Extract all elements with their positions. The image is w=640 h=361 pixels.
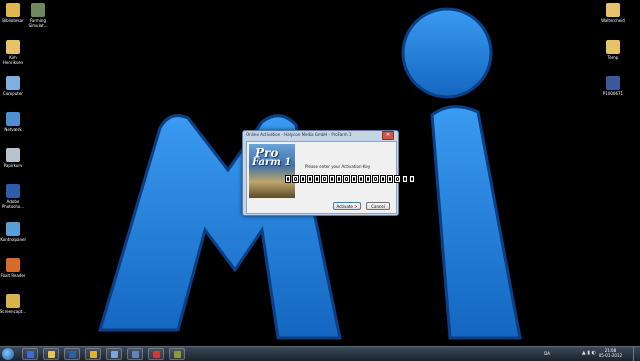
key-cell[interactable]	[306, 175, 314, 183]
desktop-icon-label: Farming Simulat...	[28, 18, 48, 28]
folder-icon	[606, 3, 620, 17]
key-cell[interactable]	[314, 175, 321, 183]
desktop-icon-label: Adobe Photosho...	[1, 199, 25, 209]
desktop-icon-label: P1000671	[602, 91, 624, 96]
taskbar-button[interactable]	[85, 348, 101, 360]
key-cell[interactable]	[285, 175, 292, 183]
key-cell[interactable]	[328, 175, 335, 183]
media-player-icon	[69, 351, 76, 358]
desktop-icon[interactable]: Waltercheid	[597, 3, 629, 23]
desktop-icon[interactable]: P1000671	[597, 76, 629, 96]
taskbar-button[interactable]	[22, 348, 38, 360]
desktop-icon-label: Netværk	[4, 127, 22, 132]
file-explorer-icon	[48, 351, 55, 358]
pdf-reader-icon	[6, 258, 20, 272]
key-cell[interactable]	[401, 175, 408, 183]
taskbar-button[interactable]	[148, 348, 164, 360]
desktop-icon-label: Papirkurv	[3, 163, 23, 168]
desktop-icon-label: Kontrolpanel	[0, 237, 26, 242]
desktop-icon[interactable]: Netværk	[0, 112, 29, 132]
library-icon	[6, 3, 20, 17]
taskbar-button[interactable]	[169, 348, 185, 360]
desktop-icon-label: Temp	[607, 55, 619, 60]
dialog-body: Pro Farm 1 Please enter your Activation-…	[246, 141, 416, 214]
key-cell[interactable]	[335, 175, 343, 183]
key-cell[interactable]	[379, 175, 386, 183]
taskbar-button[interactable]	[106, 348, 122, 360]
desktop-icon[interactable]: Foxit Reader	[0, 258, 29, 278]
taskbar-button[interactable]	[43, 348, 59, 360]
desktop-icon-label: Computer	[3, 91, 23, 96]
desktop-icon-label: Screencapt...	[0, 309, 27, 314]
logo-text-farm: Farm 1	[252, 157, 292, 168]
key-cell[interactable]	[299, 175, 306, 183]
recycle-bin-icon	[6, 148, 20, 162]
desktop-icon[interactable]: Adobe Photosho...	[0, 184, 29, 209]
key-cell[interactable]	[343, 175, 350, 183]
desktop-icon[interactable]: Temp	[597, 40, 629, 60]
game-shortcut-icon	[31, 3, 45, 17]
language-indicator[interactable]: DA	[544, 351, 550, 356]
desktop-icon[interactable]: Computer	[0, 76, 29, 96]
cancel-button[interactable]: Cancel	[366, 202, 390, 210]
close-button[interactable]: ✕	[382, 131, 394, 140]
activation-key-input[interactable]	[285, 175, 416, 184]
desktop-icon[interactable]: Farming Simulat...	[22, 3, 54, 28]
key-cell[interactable]	[350, 175, 357, 183]
control-panel-icon	[6, 222, 20, 236]
tray-icons[interactable]: ▲ ▮ ◐	[582, 350, 596, 356]
key-cell[interactable]	[321, 175, 328, 183]
app-b-icon	[27, 351, 34, 358]
key-cell[interactable]	[292, 175, 299, 183]
key-cell[interactable]	[408, 175, 416, 183]
profarm-logo: Pro Farm 1	[249, 144, 295, 198]
clock-date: 05-01-2012	[598, 353, 622, 358]
taskbar: DA ▲ ▮ ◐ 21:08 05-01-2012	[0, 346, 640, 361]
image-file-icon	[606, 76, 620, 90]
activation-dialog: Online Activation - Halycon Media GmbH -…	[242, 130, 416, 216]
start-button[interactable]	[2, 348, 14, 360]
key-cell[interactable]	[357, 175, 365, 183]
dialog-titlebar[interactable]: Online Activation - Halycon Media GmbH -…	[243, 131, 398, 140]
dialog-title: Online Activation - Halycon Media GmbH -…	[246, 132, 352, 137]
taskbar-button[interactable]	[64, 348, 80, 360]
explorer-window-icon	[111, 351, 118, 358]
clock[interactable]: 21:08 05-01-2012	[599, 348, 622, 358]
screencapture-icon	[6, 294, 20, 308]
folder-icon	[606, 40, 620, 54]
red-app-icon	[153, 351, 160, 358]
key-cell[interactable]	[372, 175, 379, 183]
desktop-icon[interactable]: Kontrolpanel	[0, 222, 29, 242]
activate-button[interactable]: Activate >	[333, 202, 361, 210]
chrome-icon	[90, 351, 97, 358]
key-cell[interactable]	[394, 175, 401, 183]
key-cell[interactable]	[386, 175, 394, 183]
desktop-icon-label: Kim Henriksen	[2, 55, 24, 65]
desktop-icon-label: Waltercheid	[601, 18, 625, 23]
network-icon	[6, 112, 20, 126]
activation-prompt: Please enter your Activation-Key	[305, 164, 371, 169]
farming-game-icon	[174, 351, 181, 358]
desktop-icon[interactable]: Kim Henriksen	[0, 40, 29, 65]
user-folder-icon	[6, 40, 20, 54]
media-center-icon	[132, 351, 139, 358]
photoshop-icon	[6, 184, 20, 198]
taskbar-button[interactable]	[127, 348, 143, 360]
key-cell[interactable]	[365, 175, 372, 183]
desktop-icon-label: Foxit Reader	[0, 273, 26, 278]
desktop-icon[interactable]: Papirkurv	[0, 148, 29, 168]
desktop-icon[interactable]: Screencapt...	[0, 294, 29, 314]
show-desktop-button[interactable]	[633, 347, 640, 361]
computer-icon	[6, 76, 20, 90]
